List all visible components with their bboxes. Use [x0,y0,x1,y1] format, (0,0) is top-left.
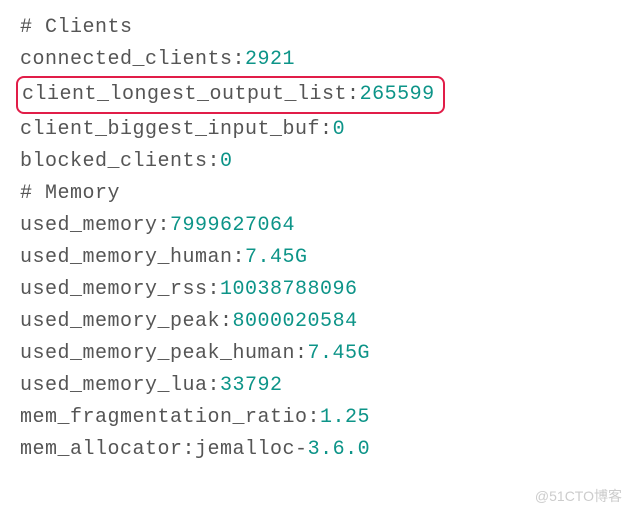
info-line: used_memory_peak:8000020584 [20,306,612,338]
info-line: # Clients [20,12,612,44]
metric-key: used_memory_rss: [20,278,220,301]
metric-value: 10038788096 [220,278,358,301]
metric-value: 0 [333,118,346,141]
info-line: used_memory_rss:10038788096 [20,274,612,306]
info-line: client_biggest_input_buf:0 [20,114,612,146]
metric-key: mem_allocator: [20,438,195,461]
info-line: blocked_clients:0 [20,146,612,178]
info-line: client_longest_output_list:265599 [20,76,612,114]
info-line: used_memory_peak_human:7.45G [20,338,612,370]
metric-key: used_memory_human: [20,246,245,269]
info-line: mem_allocator:jemalloc-3.6.0 [20,434,612,466]
metric-value: 8000020584 [233,310,358,333]
metric-key: connected_clients: [20,48,245,71]
info-line: mem_fragmentation_ratio:1.25 [20,402,612,434]
metric-value: 1.25 [320,406,370,429]
metric-key: client_longest_output_list: [22,83,360,106]
metric-value: 2921 [245,48,295,71]
metric-key: client_biggest_input_buf: [20,118,333,141]
metric-key: mem_fragmentation_ratio: [20,406,320,429]
metric-value: 0 [220,150,233,173]
metric-value-version: 3.6.0 [308,438,371,461]
section-header: # Clients [20,16,133,39]
metric-key: used_memory_lua: [20,374,220,397]
metric-key: used_memory: [20,214,170,237]
metric-value-text: jemalloc [195,438,295,461]
info-line: # Memory [20,178,612,210]
info-line: used_memory_human:7.45G [20,242,612,274]
metric-key: blocked_clients: [20,150,220,173]
info-line: connected_clients:2921 [20,44,612,76]
metric-value: 7999627064 [170,214,295,237]
separator: - [295,438,308,461]
redis-info-output: # Clientsconnected_clients:2921client_lo… [20,12,612,466]
watermark: @51CTO博客 [535,485,622,507]
metric-key: used_memory_peak_human: [20,342,308,365]
metric-value: 7.45G [308,342,371,365]
metric-value: 33792 [220,374,283,397]
metric-value: 265599 [360,83,435,106]
info-line: used_memory:7999627064 [20,210,612,242]
highlighted-metric: client_longest_output_list:265599 [16,76,445,114]
info-line: used_memory_lua:33792 [20,370,612,402]
metric-key: used_memory_peak: [20,310,233,333]
metric-value: 7.45G [245,246,308,269]
section-header: # Memory [20,182,120,205]
